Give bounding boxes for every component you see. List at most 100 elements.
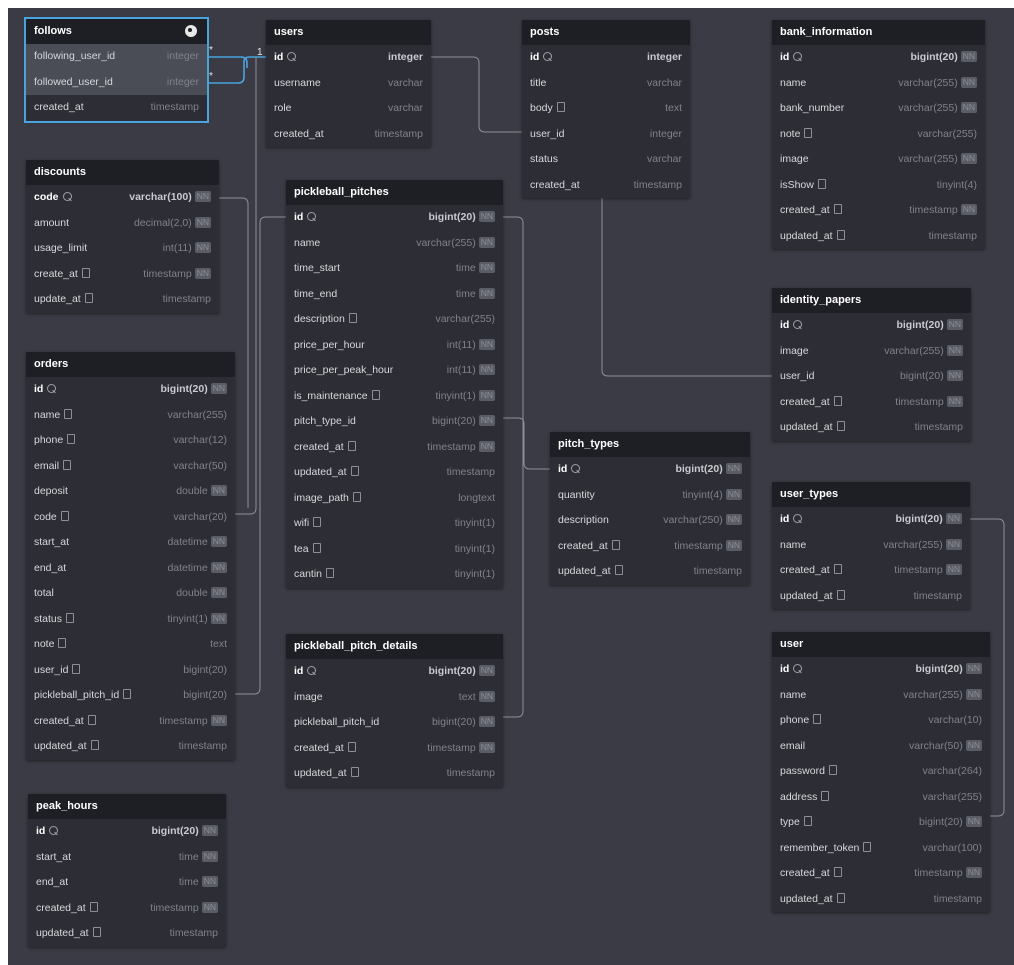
field-row[interactable]: id bigint(20) NN	[772, 313, 971, 339]
field-row[interactable]: user_id integer	[522, 122, 690, 148]
table-discounts[interactable]: discounts code varchar(100) NN amount decimal…	[26, 160, 219, 313]
field-row[interactable]: amount decimal(2,0) NN	[26, 211, 219, 237]
field-row[interactable]: image text NN	[286, 685, 503, 711]
table-header[interactable]: pitch_types	[550, 432, 750, 457]
table-bank-information[interactable]: bank_information id bigint(20) NN name varcha…	[772, 20, 985, 249]
table-peak-hours[interactable]: peak_hours id bigint(20) NN start_at time NN en…	[28, 794, 226, 947]
field-row[interactable]: id bigint(20) NN	[550, 457, 750, 483]
field-row[interactable]: note text	[26, 632, 235, 658]
field-row[interactable]: updated_at timestamp	[28, 921, 226, 947]
field-row[interactable]: bank_number varchar(255) NN	[772, 96, 985, 122]
field-row[interactable]: code varchar(20)	[26, 505, 235, 531]
field-row[interactable]: title varchar	[522, 71, 690, 97]
field-row[interactable]: id bigint(20) NN	[772, 507, 970, 533]
field-row[interactable]: cantin tinyint(1)	[286, 562, 503, 588]
table-orders[interactable]: orders id bigint(20) NN name varchar(255) phon…	[26, 352, 235, 760]
table-pickleball-pitches[interactable]: pickleball_pitches id bigint(20) NN name varc…	[286, 180, 503, 588]
field-row[interactable]: created_at timestamp NN	[286, 435, 503, 461]
field-row[interactable]: id bigint(20) NN	[286, 659, 503, 685]
field-row[interactable]: updated_at timestamp	[772, 584, 970, 610]
field-row[interactable]: code varchar(100) NN	[26, 185, 219, 211]
field-row[interactable]: is_maintenance tinyint(1) NN	[286, 384, 503, 410]
field-row[interactable]: id bigint(20) NN	[26, 377, 235, 403]
field-row[interactable]: status varchar	[522, 147, 690, 173]
table-header[interactable]: identity_papers	[772, 288, 971, 313]
field-row[interactable]: name varchar(255) NN	[772, 71, 985, 97]
field-row[interactable]: created_at timestamp NN	[28, 896, 226, 922]
table-header[interactable]: follows	[26, 19, 207, 44]
field-row[interactable]: body text	[522, 96, 690, 122]
field-row[interactable]: start_at datetime NN	[26, 530, 235, 556]
field-row[interactable]: note varchar(255)	[772, 122, 985, 148]
table-follows[interactable]: follows following_user_id integer followed_…	[24, 17, 209, 123]
relation-follows-followed-users[interactable]	[207, 56, 266, 84]
field-row[interactable]: updated_at timestamp	[772, 415, 971, 441]
relation-posts-identity[interactable]	[601, 196, 772, 377]
field-row[interactable]: id integer	[522, 45, 690, 71]
field-row[interactable]: status tinyint(1) NN	[26, 607, 235, 633]
field-row[interactable]: time_start time NN	[286, 256, 503, 282]
table-header[interactable]: user_types	[772, 482, 970, 507]
relation-pitch-types[interactable]	[503, 417, 550, 470]
field-row[interactable]: description varchar(250) NN	[550, 508, 750, 534]
table-user[interactable]: user id bigint(20) NN name varchar(255) NN phon…	[772, 632, 990, 912]
field-row[interactable]: password varchar(264)	[772, 759, 990, 785]
table-pickleball-pitch-details[interactable]: pickleball_pitch_details id bigint(20) NN im…	[286, 634, 503, 787]
field-row[interactable]: created_at timestamp	[26, 95, 207, 121]
field-row[interactable]: pickleball_pitch_id bigint(20) NN	[286, 710, 503, 736]
field-row[interactable]: end_at time NN	[28, 870, 226, 896]
field-row[interactable]: total double NN	[26, 581, 235, 607]
table-users[interactable]: users id integer username varchar role varchar…	[266, 20, 431, 147]
palette-icon[interactable]	[185, 25, 197, 37]
table-header[interactable]: pickleball_pitches	[286, 180, 503, 205]
field-row[interactable]: name varchar(255) NN	[286, 231, 503, 257]
field-row[interactable]: price_per_peak_hour int(11) NN	[286, 358, 503, 384]
table-header[interactable]: posts	[522, 20, 690, 45]
field-row[interactable]: followed_user_id integer	[26, 69, 207, 95]
field-row[interactable]: start_at time NN	[28, 845, 226, 871]
field-row[interactable]: id bigint(20) NN	[28, 819, 226, 845]
field-row[interactable]: role varchar	[266, 96, 431, 122]
relation-follows-following-users[interactable]	[207, 56, 248, 68]
field-row[interactable]: updated_at timestamp	[286, 460, 503, 486]
field-row[interactable]: id bigint(20) NN	[286, 205, 503, 231]
field-row[interactable]: isShow tinyint(4)	[772, 173, 985, 199]
table-header[interactable]: peak_hours	[28, 794, 226, 819]
table-header[interactable]: bank_information	[772, 20, 985, 45]
field-row[interactable]: email varchar(50)	[26, 454, 235, 480]
field-row[interactable]: image varchar(255) NN	[772, 147, 985, 173]
field-row[interactable]: name varchar(255) NN	[772, 683, 990, 709]
field-row[interactable]: usage_limit int(11) NN	[26, 236, 219, 262]
field-row[interactable]: id integer	[266, 45, 431, 71]
field-row[interactable]: updated_at timestamp	[26, 734, 235, 760]
field-row[interactable]: created_at timestamp	[522, 173, 690, 199]
field-row[interactable]: id bigint(20) NN	[772, 45, 985, 71]
field-row[interactable]: username varchar	[266, 71, 431, 97]
field-row[interactable]: created_at timestamp NN	[550, 534, 750, 560]
field-row[interactable]: created_at timestamp NN	[772, 558, 970, 584]
field-row[interactable]: pickleball_pitch_id bigint(20)	[26, 683, 235, 709]
field-row[interactable]: id bigint(20) NN	[772, 657, 990, 683]
field-row[interactable]: created_at timestamp NN	[26, 709, 235, 735]
field-row[interactable]: image_path longtext	[286, 486, 503, 512]
field-row[interactable]: name varchar(255)	[26, 403, 235, 429]
table-user-types[interactable]: user_types id bigint(20) NN name varchar(255)…	[772, 482, 970, 609]
field-row[interactable]: quantity tinyint(4) NN	[550, 483, 750, 509]
table-posts[interactable]: posts id integer title varchar body text user_i…	[522, 20, 690, 198]
field-row[interactable]: end_at datetime NN	[26, 556, 235, 582]
diagram-canvas[interactable]: follows following_user_id integer followed_…	[8, 8, 1014, 965]
table-pitch-types[interactable]: pitch_types id bigint(20) NN quantity tinyint…	[550, 432, 750, 585]
table-header[interactable]: orders	[26, 352, 235, 377]
field-row[interactable]: description varchar(255)	[286, 307, 503, 333]
field-row[interactable]: user_id bigint(20) NN	[772, 364, 971, 390]
field-row[interactable]: created_at timestamp NN	[772, 861, 990, 887]
field-row[interactable]: time_end time NN	[286, 282, 503, 308]
table-identity-papers[interactable]: identity_papers id bigint(20) NN image varcha…	[772, 288, 971, 441]
table-header[interactable]: user	[772, 632, 990, 657]
field-row[interactable]: pitch_type_id bigint(20) NN	[286, 409, 503, 435]
field-row[interactable]: deposit double NN	[26, 479, 235, 505]
field-row[interactable]: address varchar(255)	[772, 785, 990, 811]
field-row[interactable]: tea tinyint(1)	[286, 537, 503, 563]
relation-pitches-details[interactable]	[503, 216, 524, 718]
field-row[interactable]: price_per_hour int(11) NN	[286, 333, 503, 359]
